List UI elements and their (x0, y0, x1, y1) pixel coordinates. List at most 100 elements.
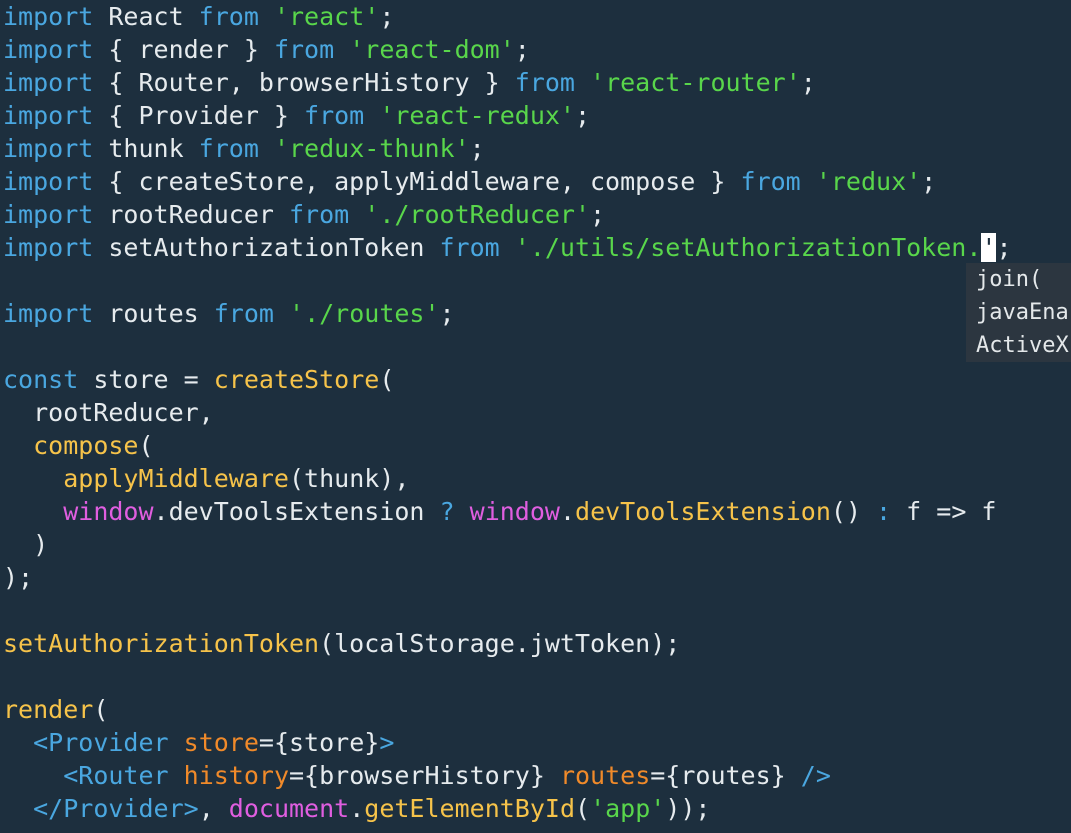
code-token-plain: ; (514, 35, 530, 64)
code-token-global: window (63, 497, 154, 526)
code-token-keyword: import (3, 134, 94, 163)
code-token-attribute: store (183, 728, 259, 757)
code-token-plain: . (559, 497, 576, 526)
code-token-plain: React (93, 2, 199, 31)
code-line[interactable]: import thunk from 'redux-thunk'; (3, 132, 485, 165)
code-token-plain: .devToolsExtension (153, 497, 440, 526)
code-token-plain: ( (93, 695, 109, 724)
code-token-string: 'redux' (815, 167, 922, 196)
code-token-string: './utils/setAuthorizationToken. (514, 233, 982, 262)
code-token-plain: . (349, 794, 365, 823)
code-token-keyword: from (304, 101, 365, 130)
code-token-plain: )); (665, 794, 711, 823)
code-token-plain: ( (379, 365, 395, 394)
code-token-keyword: import (3, 167, 94, 196)
code-line[interactable]: import rootReducer from './rootReducer'; (3, 198, 605, 231)
code-token-plain: routes (93, 299, 214, 328)
code-token-plain: rootReducer (93, 200, 289, 229)
code-token-global: window (469, 497, 560, 526)
autocomplete-popup[interactable]: join( javaEna ActiveX (966, 263, 1071, 362)
code-line[interactable]: <Provider store={store}> (3, 726, 394, 759)
code-token-plain: ={store} (258, 728, 380, 757)
code-token-keyword: from (273, 35, 335, 64)
code-token-function: devToolsExtension (575, 497, 831, 526)
code-token-plain: (thunk), (289, 464, 410, 493)
autocomplete-item[interactable]: javaEna (966, 296, 1071, 329)
code-editor[interactable]: import React from 'react'; import { rende… (0, 0, 1071, 833)
code-line[interactable]: import React from 'react'; (3, 0, 394, 33)
code-line[interactable]: applyMiddleware(thunk), (3, 462, 409, 495)
code-token-string: 'react-router' (590, 68, 801, 97)
code-token-string: 'react-redux' (379, 101, 575, 130)
code-token-plain: ; (921, 167, 937, 196)
code-token-plain: ; (439, 299, 455, 328)
code-token-operator: : (876, 497, 892, 526)
code-token-tag: /> (800, 761, 831, 790)
code-line[interactable]: import setAuthorizationToken from './uti… (3, 231, 1012, 264)
code-token-keyword: const (3, 365, 79, 394)
code-token-keyword: import (3, 200, 94, 229)
code-token-keyword: import (3, 299, 94, 328)
autocomplete-item[interactable]: ActiveX (966, 329, 1071, 362)
code-token-function: createStore (213, 365, 380, 394)
code-line[interactable]: const store = createStore( (3, 363, 394, 396)
code-token-plain: () (830, 497, 877, 526)
code-token-plain: ); (3, 563, 34, 592)
code-token-plain: { render } (93, 35, 274, 64)
code-token-plain: ; (379, 2, 395, 31)
code-line[interactable]: import { render } from 'react-dom'; (3, 33, 530, 66)
code-token-plain: ={browserHistory} (289, 761, 560, 790)
code-line[interactable]: import { Router, browserHistory } from '… (3, 66, 816, 99)
code-line[interactable]: import { createStore, applyMiddleware, c… (3, 165, 936, 198)
code-line[interactable]: ); (3, 561, 33, 594)
code-token-plain: ( (575, 794, 591, 823)
code-line[interactable]: import routes from './routes'; (3, 297, 455, 330)
code-line[interactable]: ) (3, 528, 48, 561)
code-token-plain: ) (3, 530, 49, 559)
code-token-keyword: from (514, 68, 575, 97)
code-line[interactable]: compose( (3, 429, 154, 462)
code-token-tag: </Provider> (33, 794, 199, 823)
code-line[interactable]: window.devToolsExtension ? window.devToo… (3, 495, 996, 528)
code-token-tag: > (379, 728, 395, 757)
code-token-function: applyMiddleware (63, 464, 289, 493)
code-token-tag: <Router (63, 761, 169, 790)
code-token-plain: ; (800, 68, 816, 97)
code-token-keyword: import (3, 2, 94, 31)
code-token-plain: ( (138, 431, 154, 460)
code-token-string: 'app' (590, 794, 666, 823)
code-token-plain: { createStore, applyMiddleware, compose … (93, 167, 741, 196)
code-line[interactable]: <Router history={browserHistory} routes=… (3, 759, 831, 792)
code-line[interactable]: </Provider>, document.getElementById('ap… (3, 792, 710, 825)
code-token-plain: ; (996, 233, 1012, 262)
code-token-operator: ? (439, 497, 455, 526)
code-token-global: document (228, 794, 350, 823)
code-token-function: render (3, 695, 94, 724)
code-token-plain: thunk (93, 134, 199, 163)
code-token-plain: { Router, browserHistory } (93, 68, 515, 97)
autocomplete-item[interactable]: join( (966, 263, 1071, 296)
code-line[interactable]: render( (3, 693, 108, 726)
code-line[interactable]: rootReducer, (3, 396, 214, 429)
code-token-plain: rootReducer, (3, 398, 214, 427)
code-token-attribute: routes (559, 761, 651, 790)
code-line[interactable]: import { Provider } from 'react-redux'; (3, 99, 590, 132)
code-line[interactable]: setAuthorizationToken(localStorage.jwtTo… (3, 627, 680, 660)
code-token-plain: (localStorage.jwtToken); (319, 629, 681, 658)
code-token-plain: ={routes} (650, 761, 801, 790)
code-token-plain: ; (469, 134, 485, 163)
code-token-plain: f (966, 497, 997, 526)
